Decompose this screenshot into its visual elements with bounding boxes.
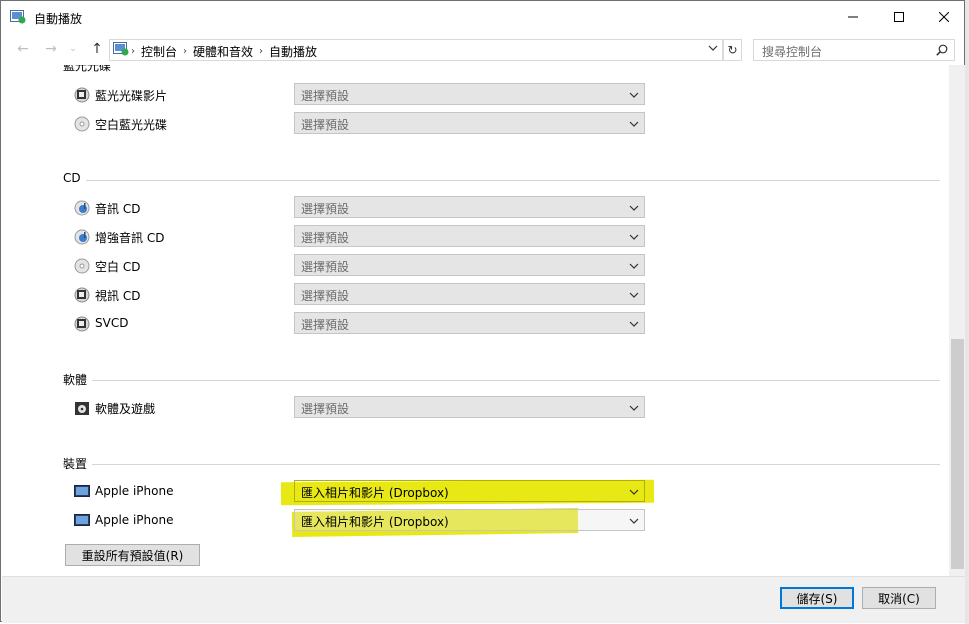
minimize-button[interactable] xyxy=(830,1,876,33)
refresh-icon: ↻ xyxy=(727,43,738,57)
row-label-blank-bluray: 空白藍光光碟 xyxy=(95,118,168,132)
section-title-software: 軟體 xyxy=(63,373,88,387)
select-value: 選擇預設 xyxy=(301,318,350,332)
chevron-down-icon xyxy=(629,289,639,303)
breadcrumb-hardware-sound[interactable]: 硬體和音效 xyxy=(193,43,253,60)
reset-all-defaults-button[interactable]: 重設所有預設值(R) xyxy=(65,544,200,566)
address-control-panel-icon xyxy=(113,42,129,59)
window-edge xyxy=(965,0,969,624)
select-value: 選擇預設 xyxy=(301,289,350,303)
chevron-down-icon xyxy=(629,318,639,332)
select-value: 匯入相片和影片 (Dropbox) xyxy=(301,515,449,529)
select-value: 選擇預設 xyxy=(301,89,350,103)
vertical-scrollbar[interactable] xyxy=(949,65,966,576)
row-label-blank-cd: 空白 CD xyxy=(95,260,141,274)
film-disc-icon xyxy=(74,87,90,103)
video-cd-select[interactable]: 選擇預設 xyxy=(294,283,645,305)
section-title-cd: CD xyxy=(63,171,81,185)
select-value: 選擇預設 xyxy=(301,402,350,416)
music-disc-icon xyxy=(74,229,90,245)
film-disc-icon xyxy=(74,316,90,332)
window-title: 自動播放 xyxy=(34,12,83,26)
bluray-video-select[interactable]: 選擇預設 xyxy=(294,83,645,105)
chevron-down-icon xyxy=(629,202,639,216)
chevron-right-icon: › xyxy=(259,46,264,57)
search-placeholder: 搜尋控制台 xyxy=(762,45,823,59)
maximize-button[interactable] xyxy=(876,1,922,33)
back-arrow-icon[interactable]: ← xyxy=(13,39,33,59)
select-value: 選擇預設 xyxy=(301,118,350,132)
select-value: 選擇預設 xyxy=(301,202,350,216)
software-disc-icon xyxy=(74,400,90,416)
close-button[interactable] xyxy=(921,1,967,33)
chevron-down-icon xyxy=(629,260,639,274)
row-label-iphone-1: Apple iPhone xyxy=(95,484,174,498)
save-button[interactable]: 儲存(S) xyxy=(780,587,854,609)
blank-cd-select[interactable]: 選擇預設 xyxy=(294,254,645,276)
music-disc-icon xyxy=(74,200,90,216)
chevron-down-icon xyxy=(629,515,639,529)
up-arrow-icon[interactable]: ↑ xyxy=(87,39,107,59)
breadcrumb: › 控制台 › 硬體和音效 › 自動播放 xyxy=(131,43,317,60)
refresh-button[interactable]: ↻ xyxy=(723,39,742,61)
chevron-down-icon xyxy=(629,231,639,245)
enhanced-audio-cd-select[interactable]: 選擇預設 xyxy=(294,225,645,247)
iphone-1-select[interactable]: 匯入相片和影片 (Dropbox) xyxy=(294,480,645,502)
control-panel-icon xyxy=(10,10,26,27)
dialog-footer: 儲存(S) 取消(C) xyxy=(2,576,965,623)
blank-bluray-select[interactable]: 選擇預設 xyxy=(294,112,645,134)
chevron-down-icon xyxy=(629,118,639,132)
row-label-software-games: 軟體及遊戲 xyxy=(95,402,156,416)
software-games-select[interactable]: 選擇預設 xyxy=(294,396,645,418)
row-label-video-cd: 視訊 CD xyxy=(95,289,141,303)
breadcrumb-control-panel[interactable]: 控制台 xyxy=(141,43,177,60)
chevron-down-icon xyxy=(629,402,639,416)
search-icon xyxy=(936,44,948,59)
forward-arrow-icon[interactable]: → xyxy=(41,39,61,59)
chevron-down-icon xyxy=(629,89,639,103)
iphone-2-select[interactable]: 匯入相片和影片 (Dropbox) xyxy=(294,509,645,531)
select-value: 匯入相片和影片 (Dropbox) xyxy=(301,486,449,500)
section-title-devices: 裝置 xyxy=(63,457,88,471)
select-value: 選擇預設 xyxy=(301,231,350,245)
section-divider xyxy=(92,464,940,465)
phone-device-icon xyxy=(74,484,90,500)
svcd-select[interactable]: 選擇預設 xyxy=(294,312,645,334)
phone-device-icon xyxy=(74,513,90,529)
blank-disc-icon xyxy=(74,258,90,274)
section-title-bluray: 藍光光碟 xyxy=(63,65,112,73)
row-label-iphone-2: Apple iPhone xyxy=(95,513,174,527)
row-label-bluray-video: 藍光光碟影片 xyxy=(95,89,168,103)
section-divider xyxy=(92,380,940,381)
title-bar: 自動播放 xyxy=(1,1,964,33)
address-dropdown-chevron-icon[interactable] xyxy=(708,43,718,56)
cancel-button[interactable]: 取消(C) xyxy=(862,587,936,609)
audio-cd-select[interactable]: 選擇預設 xyxy=(294,196,645,218)
chevron-right-icon: › xyxy=(131,46,135,57)
section-divider xyxy=(86,180,940,181)
film-disc-icon xyxy=(74,287,90,303)
recent-chevron-icon[interactable]: ⌄ xyxy=(63,39,83,59)
autoplay-settings-panel: 藍光光碟 藍光光碟影片 選擇預設 空白藍光光碟 選擇預設 CD 音訊 CD 選擇… xyxy=(2,65,949,576)
autoplay-window: 自動播放 ← → ⌄ ↑ › 控制台 › 硬體和音效 › 自動播放 ↻ 搜尋控制… xyxy=(0,0,966,623)
scrollbar-thumb[interactable] xyxy=(951,339,964,569)
row-label-enhanced-audio-cd: 增強音訊 CD xyxy=(95,231,165,245)
chevron-right-icon: › xyxy=(183,46,188,57)
chevron-down-icon xyxy=(629,486,639,500)
row-label-audio-cd: 音訊 CD xyxy=(95,202,141,216)
search-input[interactable]: 搜尋控制台 xyxy=(753,39,955,61)
select-value: 選擇預設 xyxy=(301,260,350,274)
blank-disc-icon xyxy=(74,116,90,132)
row-label-svcd: SVCD xyxy=(95,316,129,330)
breadcrumb-autoplay[interactable]: 自動播放 xyxy=(269,43,317,60)
